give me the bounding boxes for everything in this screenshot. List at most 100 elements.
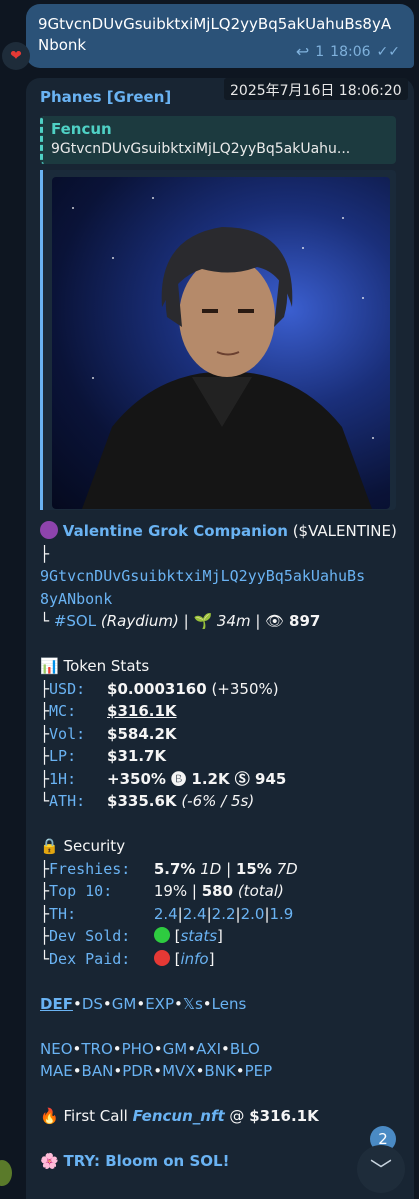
heart-reaction-icon[interactable]: ❤ — [2, 42, 30, 70]
dex-paid-label: Dex Paid: — [49, 949, 131, 968]
tree-prefix: ├ — [40, 679, 50, 698]
top10-pct: 19% — [153, 882, 188, 900]
dex-name: (Raydium) — [100, 612, 179, 630]
reply-quote[interactable]: Fencun 9GtvcnDUvGsuibktxiMjLQ2yyBq5akUah… — [40, 116, 396, 164]
chain-prefix: └ — [40, 612, 50, 630]
trade-bot-link[interactable]: MAE — [40, 1062, 73, 1080]
freshies-1d-unit: 1D — [195, 859, 222, 878]
message-body: Valentine Grok Companion ($VALENTINE) ├ … — [40, 520, 400, 1173]
top-holder-link[interactable]: 2.4 — [183, 905, 207, 923]
th-values: 2.4|2.4|2.2|2.0|1.9 — [153, 904, 294, 923]
th-row: ├TH: 2.4|2.4|2.2|2.0|1.9 — [40, 903, 400, 926]
stats-rows: ├USD: $0.0003160 (+350%) ├MC: $316.1K ├ Vol: $… — [40, 678, 400, 813]
first-call-line: 🔥 First Call Fencun_nft @ $316.1K — [40, 1105, 400, 1128]
chain-hashtag[interactable]: #SOL — [54, 612, 96, 630]
trade-bot-link[interactable]: AXI — [196, 1040, 221, 1058]
stats-row: ├Vol: $584.2K — [40, 723, 400, 746]
top10-total-unit: (total) — [233, 882, 284, 900]
dex-paid-info-link[interactable]: info — [180, 950, 208, 968]
contract-address-1[interactable]: 9GtvcnDUvGsuibktxiMjLQ2yyBq5akUahuBs — [40, 565, 400, 588]
dev-sold-stats-link[interactable]: stats — [180, 927, 217, 945]
first-call-at: @ — [224, 1107, 250, 1125]
trade-bot-link[interactable]: PHO — [122, 1040, 154, 1058]
trade-bot-link[interactable]: GM — [163, 1040, 188, 1058]
age-separator: | 🌱 — [178, 612, 217, 630]
preview-image[interactable] — [52, 177, 390, 509]
top-holder-link[interactable]: 2.0 — [241, 905, 265, 923]
stats-value: +350% 🅑 1.2K Ⓢ 945 — [107, 769, 287, 788]
bots-row-1: NEO•TRO•PHO•GM•AXI•BLO — [40, 1039, 260, 1058]
stats-extra: (+350%) — [206, 679, 279, 698]
chart-link[interactable]: EXP — [145, 995, 174, 1013]
first-caller-link[interactable]: Fencun_nft — [133, 1107, 225, 1125]
stats-value: $31.7K — [107, 747, 167, 765]
trade-bot-link[interactable]: NEO — [40, 1040, 73, 1058]
stats-label: ATH: — [49, 792, 86, 810]
first-call-value: $316.1K — [249, 1107, 319, 1125]
token-name-link[interactable]: Valentine Grok Companion — [63, 522, 288, 540]
freshies-sep: | — [221, 859, 236, 878]
chain-line: └ #SOL (Raydium) | 🌱 34m | 👁 897 — [40, 610, 400, 633]
portrait-illustration — [82, 227, 372, 509]
token-title-line: Valentine Grok Companion ($VALENTINE) — [40, 520, 400, 543]
stats-value: $0.0003160 — [107, 679, 207, 698]
chart-link[interactable]: DS — [82, 995, 103, 1013]
stats-label: LP: — [49, 747, 77, 765]
branch-line: ├ — [40, 544, 50, 563]
green-circle-icon — [153, 927, 170, 943]
trade-bot-link[interactable]: MVX — [162, 1062, 195, 1080]
stats-title: Token Stats — [63, 657, 150, 675]
fire-icon: 🔥 — [40, 1107, 59, 1125]
dev-sold-row: ├Dev Sold: [stats] — [40, 925, 400, 948]
first-call-label: First Call — [63, 1107, 128, 1125]
top-holder-link[interactable]: 1.9 — [270, 905, 294, 923]
token-ticker: ($VALENTINE) — [292, 522, 397, 540]
th-label: TH: — [49, 904, 77, 923]
message-time: 18:06 — [330, 43, 371, 60]
chart-link[interactable]: Lens — [212, 995, 247, 1013]
reply-count[interactable]: 1 — [315, 44, 324, 60]
outgoing-message-meta: ↩ 1 18:06 ✓✓ — [296, 42, 400, 61]
sender-avatar[interactable] — [0, 1160, 12, 1186]
stats-row: ├MC: $316.1K — [40, 700, 400, 723]
chart-icon: 📊 — [40, 657, 59, 675]
top10-total: 580 — [201, 882, 234, 900]
security-header: 🔒 Security — [40, 835, 400, 858]
stats-value: $316.1K — [107, 702, 177, 720]
blossom-icon: 🌸 — [40, 1152, 59, 1170]
stats-extra: (-6% / 5s) — [176, 792, 255, 810]
incoming-message[interactable]: Phanes [Green] 2025年7月16日 18:06:20 Fencu… — [26, 78, 414, 1199]
trade-bot-link[interactable]: TRO — [81, 1040, 112, 1058]
views-separator: | 👁 — [250, 612, 290, 630]
contract-address-2[interactable]: 8yANbonk — [40, 588, 400, 611]
tree-prefix: ├ — [40, 769, 50, 788]
top-holder-link[interactable]: 2.4 — [154, 905, 178, 923]
link-preview[interactable] — [40, 170, 396, 510]
stats-label: Vol: — [49, 724, 86, 743]
tree-prefix: ├ — [40, 747, 50, 765]
trade-bot-link[interactable]: BAN — [82, 1062, 114, 1080]
chart-link[interactable]: 𝕏s — [183, 995, 203, 1013]
trade-bot-link[interactable]: PEP — [245, 1062, 273, 1080]
scroll-down-button[interactable]: ﹀ — [357, 1145, 405, 1193]
freshies-1d: 5.7% — [153, 859, 196, 878]
bots-row-2: MAE•BAN•PDR•MVX•BNK•PEP — [40, 1062, 273, 1080]
try-line: 🌸 TRY: Bloom on SOL! — [40, 1150, 400, 1173]
trade-bot-link[interactable]: PDR — [122, 1062, 153, 1080]
chart-link[interactable]: DEF — [40, 995, 73, 1013]
stats-value: $584.2K — [107, 724, 177, 743]
token-age: 34m — [216, 612, 251, 630]
outgoing-message[interactable]: 9GtvcnDUvGsuibktxiMjLQ2yyBq5akUahuBs8yAN… — [26, 4, 414, 68]
chart-link[interactable]: GM — [112, 995, 137, 1013]
try-bloom-link[interactable]: TRY: Bloom on SOL! — [63, 1152, 229, 1170]
tree-prefix: └ — [40, 792, 50, 810]
trade-bot-link[interactable]: BNK — [204, 1062, 235, 1080]
trade-bot-link[interactable]: BLO — [230, 1040, 260, 1058]
stats-row: ├USD: $0.0003160 (+350%) — [40, 678, 400, 701]
chart-links-row: DEF•DS•GM•EXP•𝕏s•Lens — [40, 994, 247, 1013]
top-holder-link[interactable]: 2.2 — [212, 905, 236, 923]
dex-paid-row: └Dex Paid: [info] — [40, 948, 400, 971]
red-circle-icon — [153, 949, 170, 966]
double-check-icon: ✓✓ — [376, 43, 400, 60]
reply-icon[interactable]: ↩ — [296, 42, 309, 61]
